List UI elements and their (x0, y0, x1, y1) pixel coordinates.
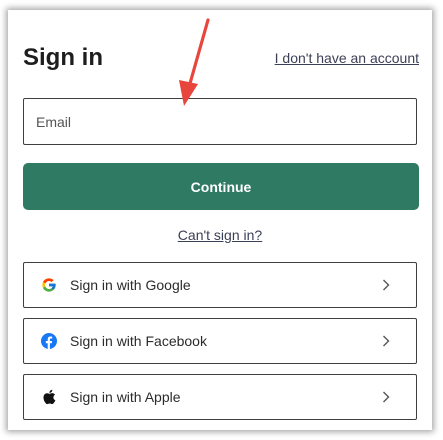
sign-in-google-label: Sign in with Google (70, 277, 191, 293)
email-field[interactable] (23, 98, 417, 145)
chevron-right-icon (380, 279, 392, 291)
chevron-right-icon (380, 391, 392, 403)
chevron-right-icon (380, 335, 392, 347)
page-title: Sign in (23, 44, 103, 71)
apple-icon (40, 388, 58, 406)
no-account-link[interactable]: I don't have an account (275, 50, 419, 66)
google-icon (40, 276, 58, 294)
facebook-icon (40, 332, 58, 350)
cant-sign-in-link[interactable]: Can't sign in? (8, 227, 432, 243)
sign-in-facebook-button[interactable]: Sign in with Facebook (23, 318, 417, 364)
sign-in-facebook-label: Sign in with Facebook (70, 333, 207, 349)
sign-in-apple-label: Sign in with Apple (70, 389, 181, 405)
sign-in-google-button[interactable]: Sign in with Google (23, 262, 417, 308)
sign-in-apple-button[interactable]: Sign in with Apple (23, 374, 417, 420)
sign-in-card: Sign in I don't have an account Continue… (8, 10, 432, 430)
red-arrow-annotation-icon (179, 18, 210, 106)
continue-button[interactable]: Continue (23, 163, 419, 210)
